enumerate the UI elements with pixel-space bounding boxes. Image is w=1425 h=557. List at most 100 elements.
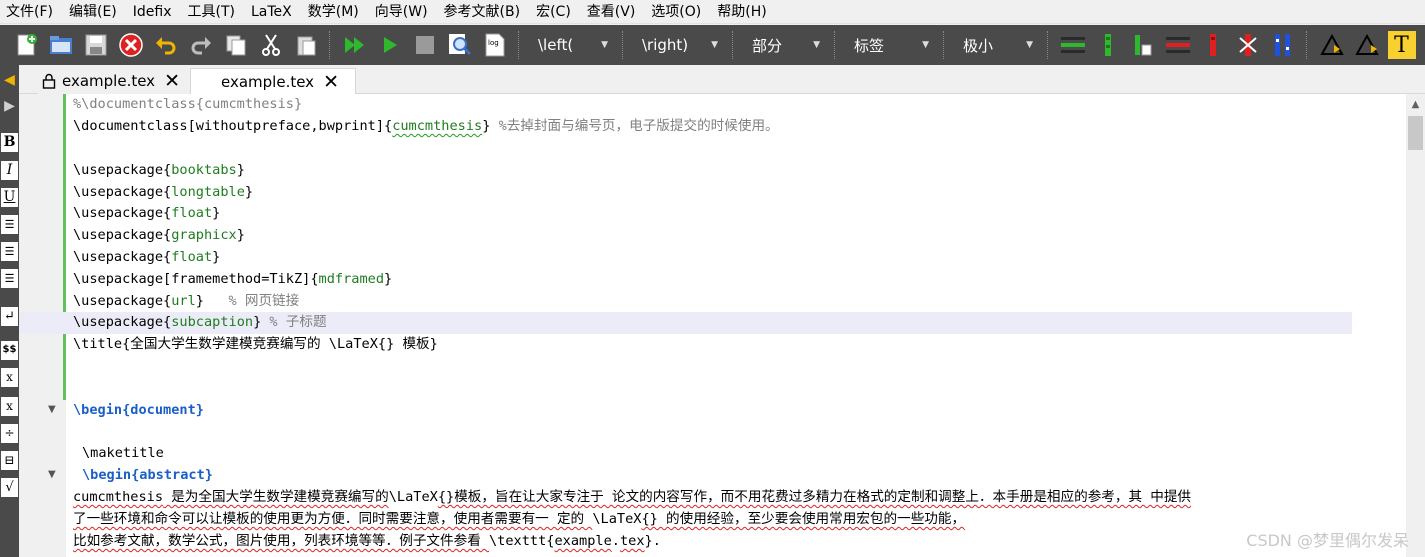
magnifier-icon (448, 34, 471, 56)
toolbar-separator (1047, 31, 1049, 59)
view-output-button[interactable] (446, 31, 474, 59)
fold-icon[interactable]: ▼ (48, 404, 56, 415)
menu-options[interactable]: 选项(O) (645, 0, 711, 24)
close-icon[interactable]: ✕ (164, 71, 180, 91)
scrollbar-thumb[interactable] (1408, 116, 1423, 150)
new-file-button[interactable] (12, 31, 40, 59)
delete-column-button[interactable] (1199, 31, 1227, 59)
left-side-toolbar: ◀ ▶ B I U ☰ ☰ ☰ ↵ $$ x x ÷ ⊟ √ (0, 65, 19, 557)
open-file-button[interactable] (47, 31, 75, 59)
undo-icon (155, 37, 175, 55)
tab-label: example.tex (221, 73, 315, 91)
close-icon[interactable]: ✕ (323, 72, 339, 92)
undo-button[interactable] (152, 31, 180, 59)
stop-button[interactable] (411, 31, 439, 59)
view-log-button[interactable]: log (481, 31, 509, 59)
scroll-up-icon[interactable]: ▲ (1406, 94, 1425, 114)
copy-button[interactable] (222, 31, 250, 59)
toolbar-separator (329, 31, 331, 59)
code-line: \usepackage{longtable} (73, 184, 254, 200)
lock-icon (42, 73, 56, 89)
menu-latex[interactable]: LaTeX (245, 0, 302, 24)
align-right-button[interactable]: ☰ (0, 267, 19, 289)
sqrt-button[interactable]: √ (0, 476, 19, 498)
forward-arrow-button[interactable]: ▶ (0, 95, 19, 117)
bold-button[interactable]: B (0, 131, 19, 153)
tab-example-active[interactable]: example.tex ✕ (190, 68, 356, 95)
code-line: \title{全国大学生数学建模竞赛编写的 \LaTeX{} 模板} (73, 336, 438, 352)
section-combo[interactable]: 部分 ▼ (740, 31, 828, 59)
menu-edit[interactable]: 编辑(E) (63, 0, 127, 24)
menu-math[interactable]: 数学(M) (302, 0, 369, 24)
save-button[interactable] (82, 31, 110, 59)
back-arrow-button[interactable]: ◀ (0, 69, 19, 91)
triangle-arrow-icon (1319, 33, 1344, 55)
code-line: \usepackage[framemethod=TikZ]{mdframed} (73, 271, 393, 287)
menu-wizard[interactable]: 向导(W) (369, 0, 438, 24)
align-center-icon: ☰ (1, 241, 18, 261)
open-folder-icon (49, 36, 72, 54)
triangle-next-button[interactable] (1353, 31, 1381, 59)
current-code-line: \usepackage{subcaption} % 子标题 (19, 312, 1352, 334)
toolbar-separator (518, 31, 520, 59)
code-line: \usepackage{url} % 网页链接 (73, 293, 300, 309)
chevron-down-icon: ▼ (1026, 40, 1033, 50)
menu-file[interactable]: 文件(F) (0, 0, 63, 24)
italic-icon: I (1, 160, 18, 180)
new-file-icon (17, 34, 37, 56)
align-column-button[interactable] (1129, 31, 1157, 59)
toolbar-separator (943, 31, 945, 59)
sqrt-icon: √ (1, 477, 18, 497)
code-editor[interactable]: ▼ ▼ %\documentclass{cumcmthesis} \docume… (19, 94, 1406, 557)
align-center-button[interactable]: ☰ (0, 240, 19, 262)
stop-icon (415, 36, 434, 54)
menu-view[interactable]: 查看(V) (581, 0, 646, 24)
superscript-button[interactable]: x (0, 395, 19, 417)
modified-lines-marker (63, 94, 66, 400)
label-combo[interactable]: 标签 ▼ (842, 31, 937, 59)
italic-button[interactable]: I (0, 159, 19, 181)
remove-column-button[interactable] (1234, 31, 1262, 59)
code-line: %\documentclass{cumcmthesis} (73, 96, 303, 112)
align-left-button[interactable]: ☰ (0, 213, 19, 235)
column-align-icon (1134, 35, 1151, 56)
menu-help[interactable]: 帮助(H) (711, 0, 776, 24)
cut-button[interactable] (257, 31, 285, 59)
superscript-icon: x (1, 396, 18, 416)
abstract-line-1: cumcmthesis 是为全国大学生数学建模竞赛编写的\LaTeX{}模板，旨… (73, 489, 1192, 505)
quick-build-button[interactable] (341, 31, 369, 59)
toolbar-separator (1306, 31, 1308, 59)
abstract-line-2: 了一些环境和命令可以让模板的使用更为方便．同时需要注意，使用者需要有一 定的 \… (73, 511, 966, 527)
add-column-button[interactable] (1094, 31, 1122, 59)
menu-idefix[interactable]: Idefix (127, 0, 182, 24)
toolbar-separator (622, 31, 624, 59)
toolbar-separator (732, 31, 734, 59)
left-delimiter-value: \left( (538, 36, 574, 54)
paste-button[interactable] (292, 31, 320, 59)
menu-tools[interactable]: 工具(T) (182, 0, 245, 24)
newline-button[interactable]: ↵ (0, 305, 19, 327)
fraction-button[interactable]: ÷ (0, 422, 19, 444)
fold-icon[interactable]: ▼ (48, 469, 56, 480)
subscript-icon: x (1, 367, 18, 387)
underline-button[interactable]: U (0, 186, 19, 208)
tab-example-readonly[interactable]: example.tex ✕ (38, 68, 190, 94)
menu-macros[interactable]: 宏(C) (530, 0, 581, 24)
add-row-button[interactable] (1059, 31, 1087, 59)
delete-row-button[interactable] (1164, 31, 1192, 59)
display-math-button[interactable]: $$ (0, 339, 19, 361)
chevron-down-icon: ▼ (711, 40, 718, 50)
vertical-scrollbar[interactable]: ▲ (1406, 94, 1425, 557)
redo-button[interactable] (187, 31, 215, 59)
dfrac-button[interactable]: ⊟ (0, 449, 19, 471)
menu-bibliography[interactable]: 参考文献(B) (438, 0, 531, 24)
subscript-button[interactable]: x (0, 366, 19, 388)
split-column-button[interactable] (1269, 31, 1297, 59)
close-file-button[interactable] (117, 31, 145, 59)
right-delimiter-combo[interactable]: \right) ▼ (630, 31, 726, 59)
triangle-warning-button[interactable] (1318, 31, 1346, 59)
size-combo[interactable]: 极小 ▼ (951, 31, 1041, 59)
left-delimiter-combo[interactable]: \left(▼ (526, 31, 616, 59)
compile-button[interactable] (376, 31, 404, 59)
text-format-button[interactable]: T (1387, 31, 1416, 59)
